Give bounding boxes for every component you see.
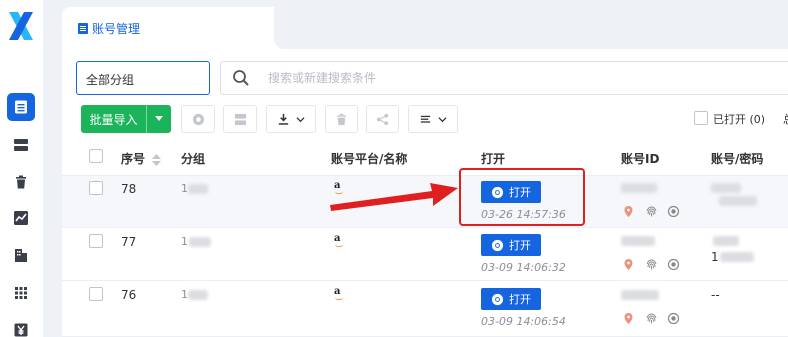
open-browser-button[interactable]: 打开 xyxy=(481,234,541,256)
opened-filter-checkbox[interactable] xyxy=(694,111,708,125)
chrome-icon xyxy=(491,293,504,305)
table-header xyxy=(62,138,788,176)
blurred-password xyxy=(720,252,754,262)
row-credentials: -- xyxy=(711,288,720,302)
apps-grid-icon xyxy=(15,287,27,299)
blurred-group-text xyxy=(188,290,208,300)
delete-button[interactable] xyxy=(325,105,358,133)
sidebar-item-trash[interactable] xyxy=(7,168,35,196)
list-icon xyxy=(420,115,431,123)
last-opened-time: 03-09 14:06:54 xyxy=(481,315,566,328)
annotation-arrow xyxy=(330,183,458,211)
row-seq: 77 xyxy=(121,235,137,249)
table-row[interactable] xyxy=(62,228,788,281)
chrome-icon xyxy=(491,239,504,251)
left-rail xyxy=(0,0,43,337)
caret-down-icon xyxy=(155,116,163,121)
search-icon xyxy=(233,70,249,86)
fingerprint-icon[interactable] xyxy=(645,258,658,271)
share-icon xyxy=(376,113,389,125)
yuan-icon xyxy=(14,323,28,337)
tab-strip-background xyxy=(274,7,788,49)
columns-dropdown-button[interactable] xyxy=(408,105,458,133)
document-icon xyxy=(78,23,88,34)
server-icon xyxy=(14,139,28,151)
last-opened-time: 03-09 14:06:32 xyxy=(481,261,566,274)
sidebar-item-company[interactable] xyxy=(7,241,35,269)
blurred-credentials xyxy=(711,183,741,193)
table-row[interactable] xyxy=(62,281,788,337)
row-checkbox[interactable] xyxy=(89,287,103,301)
row-checkbox[interactable] xyxy=(89,181,103,195)
header-account-id: 账号ID xyxy=(621,152,660,166)
blurred-account-id xyxy=(621,183,657,193)
annotation-highlight-box xyxy=(459,168,585,226)
trash-icon xyxy=(336,113,347,125)
row-seq: 78 xyxy=(121,182,137,196)
amazon-logo-icon: a xyxy=(334,287,344,300)
header-seq-label: 序号 xyxy=(121,152,146,166)
chrome-icon xyxy=(192,113,204,125)
layout-icon xyxy=(234,113,246,125)
row-group: 1 xyxy=(181,288,188,301)
row-checkbox[interactable] xyxy=(89,234,103,248)
tab-label[interactable]: 账号管理 xyxy=(78,20,140,37)
chevron-down-icon xyxy=(438,116,447,122)
sidebar-item-apps[interactable] xyxy=(7,279,35,307)
row-credentials: 1 xyxy=(711,250,719,264)
panel-button[interactable] xyxy=(223,105,257,133)
opened-filter-label: 已打开 (0) xyxy=(713,113,766,126)
batch-import-dropdown[interactable] xyxy=(147,105,171,133)
tab-title: 账号管理 xyxy=(92,22,141,36)
header-platform: 账号平台/名称 xyxy=(331,152,408,166)
browser-button[interactable] xyxy=(181,105,215,133)
header-credentials: 账号/密码 xyxy=(711,152,764,166)
sidebar-item-accounts[interactable] xyxy=(7,93,35,121)
download-icon xyxy=(278,113,289,125)
search-placeholder: 搜索或新建搜索条件 xyxy=(268,71,377,85)
blurred-account-id xyxy=(621,290,659,300)
blurred-group-text xyxy=(188,184,208,194)
target-icon[interactable] xyxy=(667,312,680,325)
open-button-label: 打开 xyxy=(509,293,531,306)
target-icon[interactable] xyxy=(667,258,680,271)
share-button[interactable] xyxy=(366,105,399,133)
blurred-credentials xyxy=(713,236,739,246)
sidebar-item-stats[interactable] xyxy=(7,204,35,232)
building-icon xyxy=(15,249,27,262)
blurred-group-text xyxy=(189,237,211,247)
row-seq: 76 xyxy=(121,288,137,302)
header-group: 分组 xyxy=(181,152,206,166)
row-group: 1 xyxy=(181,235,188,248)
total-label: 总 xyxy=(783,111,788,127)
batch-import-label[interactable]: 批量导入 xyxy=(81,105,147,133)
blurred-password xyxy=(719,196,757,206)
location-icon[interactable] xyxy=(622,258,635,271)
location-icon[interactable] xyxy=(622,312,635,325)
open-browser-button[interactable]: 打开 xyxy=(481,288,541,310)
sidebar-item-servers[interactable] xyxy=(7,131,35,159)
account-list-icon xyxy=(15,100,27,114)
target-icon[interactable] xyxy=(667,205,680,218)
sidebar-item-billing[interactable] xyxy=(7,316,35,337)
download-dropdown-button[interactable] xyxy=(266,105,316,133)
trend-chart-icon xyxy=(14,211,28,225)
fingerprint-icon[interactable] xyxy=(645,312,658,325)
fingerprint-icon[interactable] xyxy=(645,205,658,218)
sort-icon[interactable] xyxy=(152,153,162,166)
chevron-down-icon xyxy=(296,116,305,122)
app-logo xyxy=(9,12,33,40)
open-button-label: 打开 xyxy=(509,239,531,252)
trash-icon xyxy=(16,175,26,189)
row-group: 1 xyxy=(181,182,188,195)
header-open: 打开 xyxy=(481,152,506,166)
amazon-logo-icon: a xyxy=(334,234,344,247)
batch-import-button[interactable]: 批量导入 xyxy=(81,105,171,133)
select-all-checkbox[interactable] xyxy=(89,149,103,163)
blurred-account-id xyxy=(621,236,655,246)
group-select[interactable]: 全部分组 xyxy=(76,61,210,95)
location-icon[interactable] xyxy=(622,205,635,218)
header-seq[interactable]: 序号 xyxy=(121,150,162,167)
